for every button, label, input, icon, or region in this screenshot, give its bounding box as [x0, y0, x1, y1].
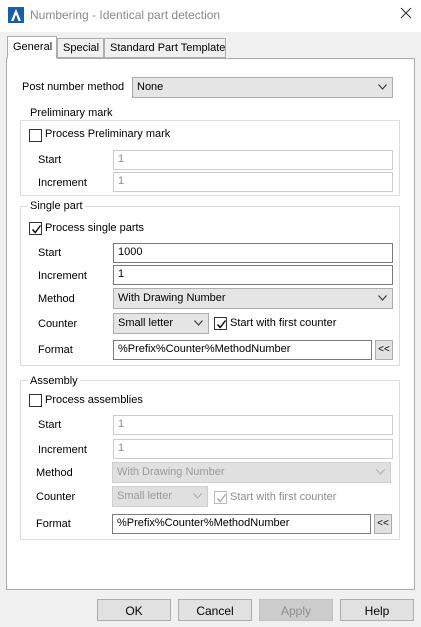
assembly-format-value: %Prefix%Counter%MethodNumber: [117, 517, 290, 529]
preliminary-mark-group-title: Preliminary mark: [28, 107, 115, 119]
process-single-parts-checkbox[interactable]: [29, 222, 42, 235]
assembly-format-label: Format: [36, 518, 71, 530]
single-start-label: Start: [38, 247, 62, 259]
single-format-input[interactable]: %Prefix%Counter%MethodNumber: [113, 340, 372, 360]
tab-standard-part-template-label: Standard Part Template: [110, 42, 226, 54]
help-button[interactable]: Help: [340, 599, 414, 621]
assembly-counter-label: Counter: [36, 491, 76, 503]
tab-special-label: Special: [63, 42, 100, 54]
single-counter-select[interactable]: Small letter: [113, 313, 209, 334]
assembly-first-counter-checkbox[interactable]: [214, 491, 227, 504]
apply-button[interactable]: Apply: [259, 599, 333, 621]
single-format-insert-button[interactable]: <<: [375, 340, 393, 360]
checkmark-icon: [216, 494, 227, 503]
single-counter-value: Small letter: [118, 317, 174, 329]
checkmark-icon: [216, 320, 227, 329]
tab-general[interactable]: General: [7, 36, 57, 59]
single-method-label: Method: [38, 293, 75, 305]
assembly-increment-input[interactable]: 1: [113, 439, 393, 459]
single-method-value: With Drawing Number: [118, 292, 226, 304]
single-part-group-title: Single part: [28, 200, 85, 212]
process-single-parts-label: Process single parts: [45, 222, 145, 234]
single-first-counter-checkbox[interactable]: [214, 317, 227, 330]
post-number-method-label: Post number method: [22, 81, 125, 93]
single-format-label: Format: [38, 344, 73, 356]
chevron-down-icon: [193, 493, 202, 499]
process-preliminary-label: Process Preliminary mark: [45, 128, 171, 140]
checkmark-icon: [31, 225, 42, 234]
single-start-value: 1000: [118, 246, 143, 258]
tab-general-label: General: [13, 41, 53, 53]
preliminary-increment-label: Increment: [38, 177, 87, 189]
window-title: Numbering - Identical part detection: [30, 8, 221, 22]
preliminary-start-value: 1: [118, 153, 125, 165]
assembly-method-select[interactable]: With Drawing Number: [112, 462, 391, 483]
assembly-increment-label: Increment: [38, 444, 87, 456]
assembly-first-counter-label: Start with first counter: [230, 491, 337, 503]
single-start-input[interactable]: 1000: [113, 243, 393, 263]
chevron-down-icon: [378, 295, 387, 301]
tab-special[interactable]: Special: [57, 38, 104, 58]
single-increment-label: Increment: [38, 270, 87, 282]
assembly-start-input[interactable]: 1: [113, 415, 393, 435]
preliminary-increment-input[interactable]: 1: [113, 172, 393, 192]
assembly-increment-value: 1: [118, 442, 125, 454]
single-increment-input[interactable]: 1: [113, 265, 393, 285]
single-format-value: %Prefix%Counter%MethodNumber: [118, 343, 291, 355]
post-number-method-select[interactable]: None: [132, 77, 393, 98]
ok-button[interactable]: OK: [97, 599, 171, 621]
preliminary-increment-value: 1: [118, 175, 125, 187]
single-increment-value: 1: [118, 268, 125, 280]
tab-standard-part-template[interactable]: Standard Part Template: [104, 38, 226, 58]
assembly-start-value: 1: [118, 418, 125, 430]
close-icon[interactable]: [398, 5, 414, 21]
assembly-counter-value: Small letter: [117, 490, 173, 502]
assembly-format-input[interactable]: %Prefix%Counter%MethodNumber: [112, 514, 371, 534]
chevron-down-icon: [194, 320, 203, 326]
chevron-down-icon: [376, 469, 385, 475]
cancel-button[interactable]: Cancel: [178, 599, 252, 621]
assembly-format-insert-button[interactable]: <<: [374, 514, 392, 534]
assembly-counter-select[interactable]: Small letter: [112, 486, 208, 507]
single-first-counter-label: Start with first counter: [230, 317, 337, 329]
chevron-down-icon: [378, 84, 387, 90]
assembly-method-value: With Drawing Number: [117, 466, 225, 478]
process-preliminary-checkbox[interactable]: [29, 129, 42, 142]
assembly-method-label: Method: [36, 467, 73, 479]
assembly-group-title: Assembly: [28, 375, 80, 387]
single-counter-label: Counter: [38, 318, 78, 330]
app-logo-icon: [8, 7, 24, 23]
assembly-start-label: Start: [38, 419, 62, 431]
preliminary-start-label: Start: [38, 154, 62, 166]
process-assemblies-label: Process assemblies: [45, 394, 143, 406]
single-method-select[interactable]: With Drawing Number: [113, 288, 393, 309]
post-number-method-value: None: [137, 81, 164, 93]
process-assemblies-checkbox[interactable]: [29, 394, 42, 407]
preliminary-start-input[interactable]: 1: [113, 150, 393, 170]
